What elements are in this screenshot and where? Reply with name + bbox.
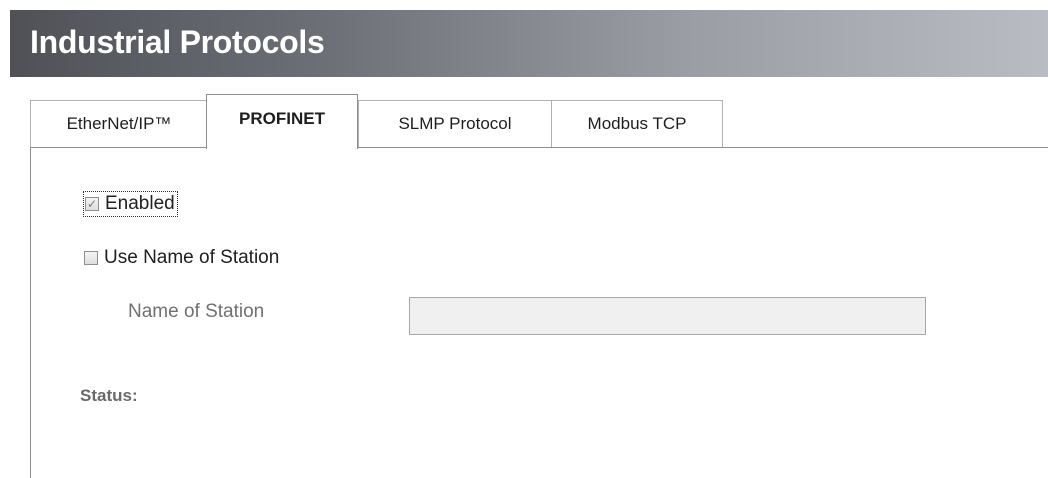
checkmark-icon: ✓	[86, 197, 98, 211]
profinet-settings-panel: ✓ Enabled Use Name of Station Name of St…	[30, 147, 1048, 478]
industrial-protocols-window: Industrial Protocols EtherNet/IP™ PROFIN…	[0, 0, 1048, 478]
enabled-checkbox[interactable]: ✓	[85, 197, 99, 211]
name-of-station-label: Name of Station	[128, 301, 265, 322]
use-name-of-station-label: Use Name of Station	[104, 247, 280, 268]
enabled-checkbox-row[interactable]: ✓ Enabled	[83, 191, 178, 217]
window-title: Industrial Protocols	[30, 24, 325, 60]
name-of-station-input[interactable]	[409, 297, 926, 335]
focus-rectangle: ✓ Enabled	[83, 191, 178, 217]
use-name-of-station-row[interactable]: Use Name of Station	[84, 247, 279, 269]
tab-profinet[interactable]: PROFINET	[206, 94, 358, 149]
enabled-label: Enabled	[105, 193, 175, 214]
status-label: Status:	[80, 386, 138, 405]
tab-modbus-tcp[interactable]: Modbus TCP	[551, 100, 723, 147]
tab-ethernet-ip[interactable]: EtherNet/IP™	[30, 100, 208, 147]
tab-slmp-protocol[interactable]: SLMP Protocol	[358, 100, 552, 147]
use-name-of-station-checkbox[interactable]	[84, 251, 98, 265]
title-bar: Industrial Protocols	[10, 10, 1048, 77]
